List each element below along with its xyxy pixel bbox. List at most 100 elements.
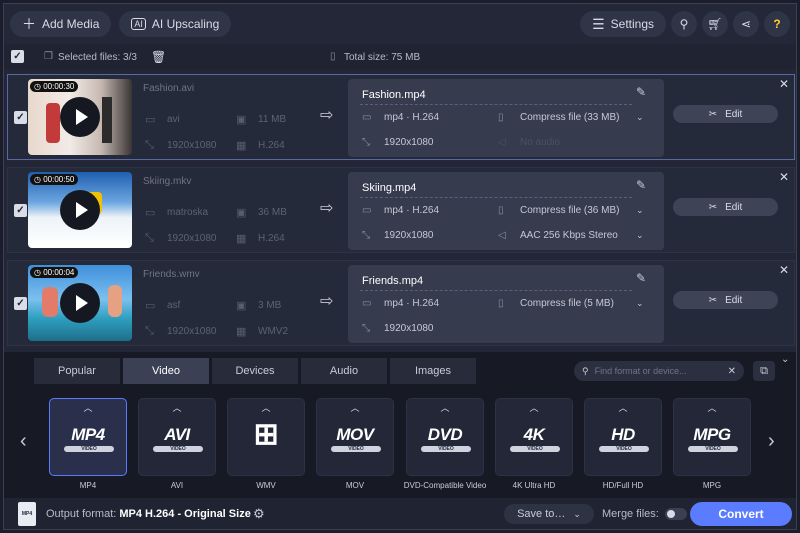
- tab-video[interactable]: Video: [123, 358, 209, 384]
- merge-files-toggle[interactable]: [664, 508, 687, 520]
- cart-button[interactable]: 🛒︎: [702, 11, 728, 37]
- tab-popular[interactable]: Popular: [34, 358, 120, 384]
- output-resolution-value: 1920x1080: [384, 137, 434, 148]
- select-all-checkbox[interactable]: ✓: [11, 50, 24, 63]
- edit-button[interactable]: ✂ Edit: [673, 198, 778, 216]
- pencil-icon[interactable]: ✎: [636, 271, 646, 285]
- output-filename[interactable]: Friends.mp4: [362, 275, 423, 287]
- collapse-panel-icon[interactable]: ⌄: [781, 354, 789, 365]
- scroll-right-icon[interactable]: ›: [768, 430, 775, 453]
- share-button[interactable]: ⋖: [733, 11, 759, 37]
- output-format-info: ▭ mp4 · H.264: [362, 205, 439, 216]
- edit-button[interactable]: ✂ Edit: [673, 105, 778, 123]
- output-resolution-value: 1920x1080: [384, 323, 434, 334]
- timecode: ◷ 00:00:30: [30, 81, 79, 92]
- ai-upscaling-label: AI Upscaling: [151, 17, 220, 31]
- format-avi[interactable]: ︿ AVI VIDEO: [138, 398, 216, 476]
- row-checkbox[interactable]: ✓: [14, 204, 27, 217]
- format-dvd[interactable]: ︿ DVD VIDEO: [406, 398, 484, 476]
- output-settings-box: Fashion.mp4 ✎ ▭ mp4 · H.264 ⤡ 1920x1080 ▯ C…: [348, 79, 664, 157]
- format-logo-sub: VIDEO: [599, 446, 649, 452]
- edit-button[interactable]: ✂ Edit: [673, 291, 778, 309]
- format-logo: MP4: [71, 425, 105, 444]
- file-size-icon: ▯: [330, 51, 336, 62]
- remove-file-icon[interactable]: ✕: [779, 170, 789, 184]
- codec-value: WMV2: [258, 326, 288, 337]
- video-thumbnail[interactable]: ◷ 00:00:50: [28, 172, 132, 248]
- filename-underline: [360, 290, 632, 291]
- image-format-button[interactable]: ⧉: [753, 361, 775, 381]
- source-filename: Fashion.avi: [143, 83, 195, 94]
- codec-value: H.264: [258, 233, 285, 244]
- codec-info: ▦ H.264: [236, 139, 285, 152]
- pencil-icon[interactable]: ✎: [636, 178, 646, 192]
- video-thumbnail[interactable]: ◷ 00:00:30: [28, 79, 132, 155]
- remove-file-icon[interactable]: ✕: [779, 77, 789, 91]
- format-mov[interactable]: ︿ MOV VIDEO: [316, 398, 394, 476]
- output-resolution-info: ⤡ 1920x1080: [362, 230, 434, 241]
- output-filename[interactable]: Skiing.mp4: [362, 182, 416, 194]
- play-icon[interactable]: [60, 283, 100, 323]
- audio-dropdown[interactable]: ◁ AAC 256 Kbps Stereo ⌄: [498, 230, 648, 241]
- filename-underline: [360, 104, 632, 105]
- output-format-label: Output format:: [46, 508, 117, 520]
- audio-value: No audio: [520, 137, 561, 148]
- film-icon: ▭: [145, 300, 156, 312]
- search-button[interactable]: ⚲: [671, 11, 697, 37]
- arrow-up-icon: ︿: [707, 403, 717, 413]
- selection-bar: ✓ ❐ Selected files: 3/3 🗑︎ ▯ Total size:…: [4, 44, 796, 70]
- tab-devices[interactable]: Devices: [212, 358, 298, 384]
- format-search-input[interactable]: ⚲ Find format or device... ✕: [574, 361, 744, 381]
- pencil-icon[interactable]: ✎: [636, 85, 646, 99]
- film-icon: ▭: [362, 298, 372, 309]
- tab-images[interactable]: Images: [390, 358, 476, 384]
- video-thumbnail[interactable]: ◷ 00:00:04: [28, 265, 132, 341]
- compress-dropdown[interactable]: ▯ Compress file (36 MB) ⌄: [498, 205, 648, 216]
- resize-icon: ⤡: [145, 232, 154, 244]
- add-media-button[interactable]: ＋ Add Media: [10, 11, 112, 37]
- trash-icon[interactable]: 🗑︎: [151, 50, 166, 64]
- format-mpg[interactable]: ︿ MPG VIDEO: [673, 398, 751, 476]
- filename-underline: [360, 197, 632, 198]
- selected-files-text: Selected files: 3/3: [58, 52, 137, 63]
- resize-icon: ⤡: [362, 230, 370, 241]
- file-row[interactable]: ✓ ◷ 00:00:04 Friends.wmv ▭ asf ▣ 3 MB ⤡ 192…: [7, 260, 795, 346]
- compress-dropdown[interactable]: ▯ Compress file (33 MB) ⌄: [498, 112, 648, 123]
- output-settings-box: Skiing.mp4 ✎ ▭ mp4 · H.264 ⤡ 1920x1080 ▯ Co…: [348, 172, 664, 250]
- top-toolbar: ＋ Add Media AI AI Upscaling ☰ Settings ⚲…: [4, 4, 796, 44]
- play-icon[interactable]: [60, 97, 100, 137]
- format-wmv[interactable]: ︿ ⊞: [227, 398, 305, 476]
- file-row[interactable]: ✓ ◷ 00:00:50 Skiing.mkv ▭ matroska ▣ 36 MB…: [7, 167, 795, 253]
- output-format-value: mp4 · H.264: [384, 298, 440, 309]
- format-hd[interactable]: ︿ HD VIDEO: [584, 398, 662, 476]
- format-logo: 4K: [523, 425, 545, 444]
- format-mp4[interactable]: ︿ MP4 VIDEO: [49, 398, 127, 476]
- ai-upscaling-button[interactable]: AI AI Upscaling: [119, 11, 232, 37]
- play-icon[interactable]: [60, 190, 100, 230]
- compress-dropdown[interactable]: ▯ Compress file (5 MB) ⌄: [498, 298, 648, 309]
- chevron-down-icon: ⌄: [573, 508, 581, 519]
- settings-button[interactable]: ☰ Settings: [580, 11, 666, 37]
- format-logo-sub: VIDEO: [153, 446, 203, 452]
- format-label: 4K Ultra HD: [512, 481, 556, 490]
- clear-icon[interactable]: ✕: [728, 366, 736, 377]
- format-4k[interactable]: ︿ 4K VIDEO: [495, 398, 573, 476]
- output-format-info: ▭ mp4 · H.264: [362, 112, 439, 123]
- arrow-up-icon: ︿: [440, 403, 450, 413]
- size-value: 11 MB: [258, 114, 287, 125]
- size-value: 3 MB: [258, 300, 282, 311]
- file-row[interactable]: ✓ ◷ 00:00:30 Fashion.avi ▭ avi ▣ 11 MB ⤡ 19…: [7, 74, 795, 160]
- source-filename: Friends.wmv: [143, 269, 200, 280]
- image-search-icon: ⧉: [760, 364, 768, 377]
- remove-file-icon[interactable]: ✕: [779, 263, 789, 277]
- save-to-button[interactable]: Save to… ⌄: [504, 504, 594, 524]
- output-filename[interactable]: Fashion.mp4: [362, 89, 426, 101]
- convert-button[interactable]: Convert: [690, 502, 792, 526]
- help-button[interactable]: ?: [764, 11, 790, 37]
- row-checkbox[interactable]: ✓: [14, 111, 27, 124]
- scroll-left-icon[interactable]: ‹: [20, 430, 27, 453]
- search-icon: ⚲: [679, 17, 689, 31]
- gear-icon[interactable]: ⚙: [253, 506, 265, 522]
- row-checkbox[interactable]: ✓: [14, 297, 27, 310]
- tab-audio[interactable]: Audio: [301, 358, 387, 384]
